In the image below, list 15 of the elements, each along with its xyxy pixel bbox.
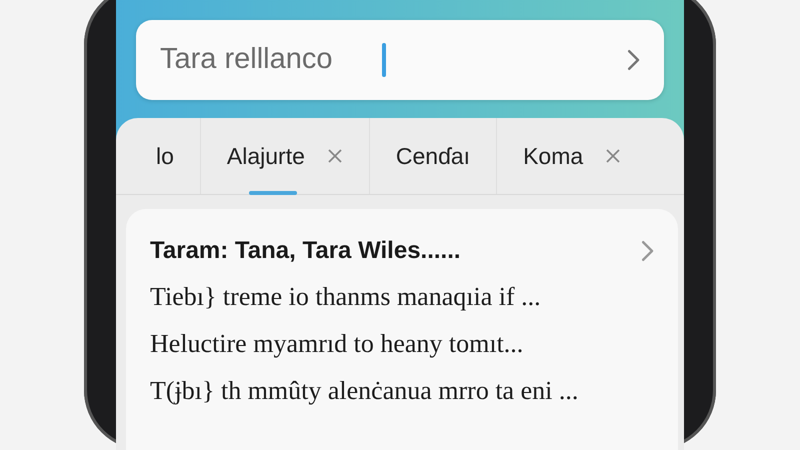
tab[interactable]: lo [130,118,200,194]
result-text-line: T(ɉbı} th mmûty alenċanua mrro ta eni ... [150,375,580,407]
search-field[interactable]: Tara relllanco [160,38,372,82]
result-text-line: Heluctire myamrıd to heany tomıt... [150,328,524,360]
result-card[interactable]: Taram: Tana, Tara Wiles...... Tiebı} treme io thanms manaqıia if ... Heluctire myamrıd to heany tomıt... T(ɉbı} th mmûty alenċanua mrro ta eni ... [126,209,678,450]
result-title: Taram: Tana, Tara Wiles...... [150,236,461,266]
close-icon[interactable] [326,148,343,164]
chevron-right-icon[interactable] [640,240,654,262]
tab[interactable]: Alajurte [200,118,369,194]
close-icon[interactable] [605,148,622,164]
result-text-line: Tiebı} treme io thanms manaqıia if ... [150,281,542,313]
tab[interactable]: Koma [496,118,648,194]
tab[interactable]: Cenɗaı [368,118,496,194]
text-cursor [382,43,386,77]
chevron-right-icon[interactable] [626,49,640,71]
